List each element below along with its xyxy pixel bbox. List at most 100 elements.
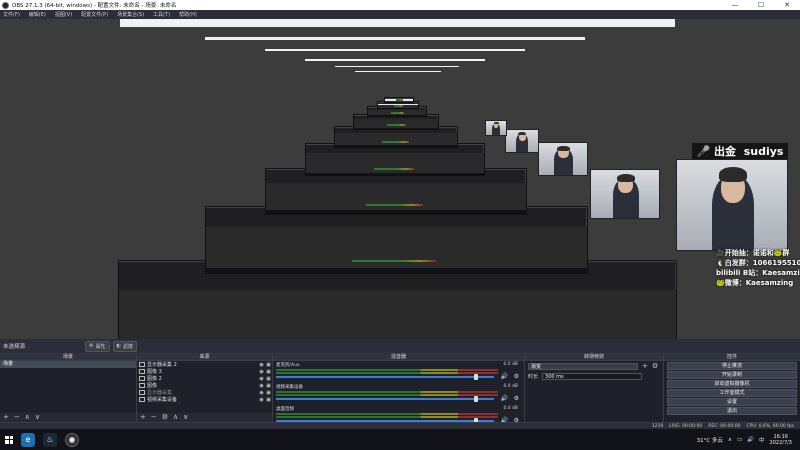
source-item[interactable]: 视频采集设备 ◉ ▣ — [137, 396, 272, 403]
source-label: 显示器采集 2 — [147, 362, 177, 368]
source-type-icon — [139, 397, 145, 402]
move-up-icon[interactable]: ∧ — [173, 413, 178, 422]
volume-fader[interactable] — [276, 398, 494, 400]
scenes-dock: 场景 场景 + − ∧ ∨ — [0, 353, 137, 422]
fader-knob[interactable] — [474, 396, 479, 402]
remove-icon[interactable]: − — [151, 413, 157, 422]
source-type-icon — [139, 376, 145, 381]
current-source-label: 未选择源 — [3, 344, 26, 350]
remove-icon[interactable]: − — [14, 413, 20, 422]
gear-icon[interactable]: ⚙ — [162, 413, 168, 422]
status-bar: 1219 LIVE: 00:00:00 REC: 00:00:00 CPU: 0… — [0, 422, 800, 429]
volume-icon[interactable]: 🔊 — [747, 437, 754, 443]
source-label: 视频采集设备 — [147, 397, 178, 403]
weather-widget[interactable]: 31°C 多云 — [697, 436, 723, 444]
source-item[interactable]: 显示器采集 ◉ ▣ — [137, 389, 272, 396]
mixer-track: 视频采集设备 0.0 dB 🔊 ⚙ — [273, 383, 524, 405]
menu-profile[interactable]: 配置文件(P) — [81, 11, 108, 18]
nested-preview-frame — [205, 206, 588, 274]
source-label: 图像 3 — [147, 369, 162, 375]
exit-button[interactable]: 退出 — [667, 407, 797, 415]
gear-icon: ⚙ — [89, 343, 94, 349]
visibility-eye-icon[interactable]: ◉ — [258, 383, 265, 389]
tray-arrow-icon[interactable]: ∧ — [728, 437, 732, 443]
visibility-eye-icon[interactable]: ◉ — [258, 369, 265, 375]
studio-mode-button[interactable]: 工作室模式 — [667, 389, 797, 397]
nested-title-strip — [120, 19, 675, 27]
gear-icon[interactable]: ⚙ — [652, 362, 658, 370]
move-down-icon[interactable]: ∨ — [35, 413, 40, 422]
source-item[interactable]: 图像 2 ◉ ▣ — [137, 375, 272, 382]
lock-icon[interactable]: ▣ — [265, 397, 272, 403]
taskbar: e ♨ ◉ 31°C 多云 ∧ ▭ 🔊 中 16:16 2022/7/3 — [0, 429, 800, 450]
add-icon[interactable]: + — [140, 413, 146, 422]
input-language[interactable]: 中 — [759, 436, 765, 444]
network-icon[interactable]: ▭ — [737, 437, 742, 443]
minimize-button[interactable]: — — [722, 0, 748, 10]
track-name: 桌面音频 — [276, 407, 294, 412]
level-meter — [276, 369, 498, 371]
filter-icon: ◐ — [116, 343, 121, 349]
gear-icon[interactable]: ⚙ — [514, 373, 519, 380]
edge-browser-icon[interactable]: e — [21, 432, 35, 447]
menu-tools[interactable]: 工具(T) — [153, 11, 170, 18]
window-title: OBS 27.1.3 (64-bit, windows) - 配置文件: 未命名… — [12, 3, 177, 9]
source-label: 图像 — [147, 383, 158, 389]
close-button[interactable]: ✕ — [774, 0, 800, 10]
fader-knob[interactable] — [474, 374, 479, 380]
system-tray: 31°C 多云 ∧ ▭ 🔊 中 16:16 2022/7/3 — [697, 434, 800, 446]
gear-icon[interactable]: ⚙ — [514, 395, 519, 402]
scene-item[interactable]: 场景 — [0, 361, 136, 368]
visibility-eye-icon[interactable]: ◉ — [258, 362, 265, 368]
nested-title-strip — [335, 66, 459, 67]
overlay-line-2: 🐧白发群：1066195510 — [716, 259, 800, 267]
lock-icon[interactable]: ▣ — [265, 383, 272, 389]
properties-button[interactable]: ⚙ 属性 — [85, 340, 110, 352]
menu-help[interactable]: 帮助(H) — [179, 11, 197, 18]
move-up-icon[interactable]: ∧ — [25, 413, 30, 422]
add-icon[interactable]: + — [642, 362, 648, 370]
menu-edit[interactable]: 编辑(E) — [29, 11, 46, 18]
stop-streaming-button[interactable]: 停止推流 — [667, 362, 797, 370]
controls-header: 控件 — [664, 353, 800, 361]
windows-start-icon[interactable] — [5, 435, 13, 444]
menu-scene-collection[interactable]: 场景集合(S) — [117, 11, 144, 18]
volume-fader[interactable] — [276, 376, 494, 378]
track-db: 0.0 dB — [503, 406, 518, 411]
obs-taskbar-icon[interactable]: ◉ — [65, 432, 79, 447]
volume-icon[interactable]: 🔊 — [501, 395, 508, 402]
move-down-icon[interactable]: ∨ — [183, 413, 188, 422]
sources-dock: 来源 显示器采集 2 ◉ ▣ 图像 3 ◉ ▣ 图像 2 ◉ ▣ 图像 ◉ ▣ 显示器采集 ◉ ▣ 视频采集设… — [137, 353, 273, 422]
source-item[interactable]: 图像 ◉ ▣ — [137, 382, 272, 389]
lock-icon[interactable]: ▣ — [265, 376, 272, 382]
volume-icon[interactable]: 🔊 — [501, 373, 508, 380]
transition-select[interactable]: 渐变 — [528, 362, 638, 370]
source-item[interactable]: 显示器采集 2 ◉ ▣ — [137, 361, 272, 368]
preview-canvas[interactable]: 🎤 出金 sudiys 🎥开始抽：诺诺和🐸群 🐧白发群：1066195510 b… — [0, 19, 800, 339]
visibility-eye-icon[interactable]: ◉ — [258, 397, 265, 403]
start-recording-button[interactable]: 开始录制 — [667, 371, 797, 379]
visibility-eye-icon[interactable]: ◉ — [258, 376, 265, 382]
lock-icon[interactable]: ▣ — [265, 390, 272, 396]
transitions-dock: 转场特效 渐变 + ⚙ 时长 300 ms — [525, 353, 664, 422]
track-name: 视频采集设备 — [276, 385, 303, 390]
lock-icon[interactable]: ▣ — [265, 362, 272, 368]
menu-file[interactable]: 文件(F) — [3, 11, 20, 18]
filters-button[interactable]: ◐ 滤镜 — [112, 340, 137, 352]
maximize-button[interactable]: ☐ — [748, 0, 774, 10]
menu-view[interactable]: 视图(V) — [55, 11, 72, 18]
level-meter — [276, 372, 498, 374]
nested-webcam-thumb — [505, 129, 539, 153]
visibility-eye-icon[interactable]: ◉ — [258, 390, 265, 396]
source-item[interactable]: 图像 3 ◉ ▣ — [137, 368, 272, 375]
mixer-track: 麦克风/Aux 0.0 dB 🔊 ⚙ — [273, 361, 524, 383]
menu-bar: 文件(F) 编辑(E) 视图(V) 配置文件(P) 场景集合(S) 工具(T) … — [0, 10, 800, 19]
steam-icon[interactable]: ♨ — [43, 432, 57, 447]
lock-icon[interactable]: ▣ — [265, 369, 272, 375]
add-icon[interactable]: + — [3, 413, 9, 422]
frame-count: 1219 — [651, 423, 664, 429]
clock[interactable]: 16:16 2022/7/3 — [770, 434, 792, 446]
duration-input[interactable]: 300 ms — [542, 372, 643, 380]
settings-button[interactable]: 设置 — [667, 398, 797, 406]
virtual-camera-button[interactable]: 启动虚拟摄像机 — [667, 380, 797, 388]
